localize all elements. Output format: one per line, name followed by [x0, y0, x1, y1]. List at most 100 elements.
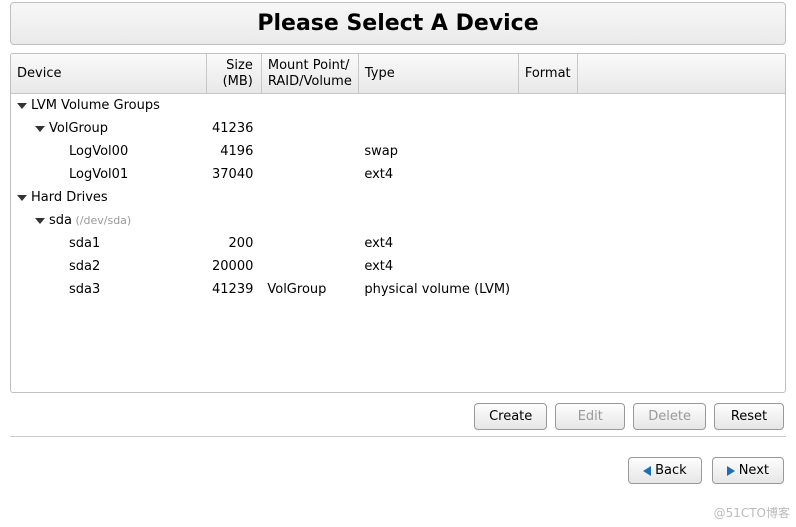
table-row[interactable]: Hard Drives [11, 186, 785, 209]
cell-format [518, 232, 577, 255]
cell-format [518, 278, 577, 301]
col-header-extra [577, 54, 785, 94]
divider [10, 436, 786, 437]
cell-mount [261, 140, 358, 163]
delete-button: Delete [633, 403, 706, 430]
cell-device: Hard Drives [11, 186, 206, 209]
cell-format [518, 255, 577, 278]
cell-size [206, 209, 261, 232]
cell-device: sda2 [11, 255, 206, 278]
cell-size: 200 [206, 232, 261, 255]
device-label: LVM Volume Groups [31, 98, 160, 113]
table-row[interactable]: sda (/dev/sda) [11, 209, 785, 232]
cell-mount [261, 209, 358, 232]
cell-format [518, 186, 577, 209]
cell-device: LVM Volume Groups [11, 94, 206, 118]
cell-type: ext4 [358, 163, 518, 186]
col-header-format[interactable]: Format [518, 54, 577, 94]
expander-icon[interactable] [35, 126, 45, 132]
table-row[interactable]: LogVol01 37040 ext4 [11, 163, 785, 186]
cell-mount [261, 232, 358, 255]
col-header-size[interactable]: Size (MB) [206, 54, 261, 94]
cell-type [358, 94, 518, 118]
cell-size: 37040 [206, 163, 261, 186]
table-row[interactable]: sda341239VolGroupphysical volume (LVM) [11, 278, 785, 301]
device-label: LogVol00 [69, 144, 128, 159]
expander-icon[interactable] [17, 195, 27, 201]
next-button[interactable]: Next [712, 457, 784, 484]
table-row[interactable]: LogVol00 4196 swap [11, 140, 785, 163]
device-label: sda [49, 213, 72, 228]
cell-type [358, 186, 518, 209]
cell-extra [577, 140, 785, 163]
cell-type: physical volume (LVM) [358, 278, 518, 301]
edit-button: Edit [555, 403, 625, 430]
cell-type: swap [358, 140, 518, 163]
back-button[interactable]: Back [628, 457, 702, 484]
device-table: Device Size (MB) Mount Point/ RAID/Volum… [11, 54, 785, 301]
table-header-row: Device Size (MB) Mount Point/ RAID/Volum… [11, 54, 785, 94]
col-header-type[interactable]: Type [358, 54, 518, 94]
device-label: LogVol01 [69, 167, 128, 182]
device-path: (/dev/sda) [72, 214, 131, 227]
cell-extra [577, 278, 785, 301]
create-button[interactable]: Create [474, 403, 547, 430]
arrow-left-icon [643, 466, 651, 476]
cell-device: sda (/dev/sda) [11, 209, 206, 232]
cell-mount [261, 186, 358, 209]
page-title: Please Select A Device [19, 11, 777, 36]
nav-button-row: Back Next [12, 445, 784, 484]
cell-type [358, 117, 518, 140]
cell-format [518, 163, 577, 186]
cell-device: LogVol01 [11, 163, 206, 186]
cell-size [206, 186, 261, 209]
cell-format [518, 94, 577, 118]
title-bar: Please Select A Device [10, 2, 786, 45]
watermark: @51CTO博客 [714, 504, 790, 521]
cell-size: 41236 [206, 117, 261, 140]
cell-mount [261, 94, 358, 118]
cell-device: VolGroup [11, 117, 206, 140]
cell-extra [577, 117, 785, 140]
device-label: sda1 [69, 236, 100, 251]
cell-mount: VolGroup [261, 278, 358, 301]
cell-extra [577, 255, 785, 278]
device-label: sda2 [69, 259, 100, 274]
device-label: VolGroup [49, 121, 108, 136]
table-row[interactable]: sda2 20000 ext4 [11, 255, 785, 278]
cell-format [518, 117, 577, 140]
action-button-row: Create Edit Delete Reset [12, 403, 784, 430]
table-row[interactable]: sda1 200 ext4 [11, 232, 785, 255]
cell-extra [577, 186, 785, 209]
cell-extra [577, 163, 785, 186]
cell-size: 4196 [206, 140, 261, 163]
cell-mount [261, 117, 358, 140]
back-button-label: Back [655, 463, 687, 478]
cell-device: LogVol00 [11, 140, 206, 163]
cell-device: sda3 [11, 278, 206, 301]
cell-device: sda1 [11, 232, 206, 255]
cell-format [518, 209, 577, 232]
next-button-label: Next [739, 463, 769, 478]
cell-size: 41239 [206, 278, 261, 301]
cell-size: 20000 [206, 255, 261, 278]
device-label: Hard Drives [31, 190, 108, 205]
reset-button[interactable]: Reset [714, 403, 784, 430]
device-table-container: Device Size (MB) Mount Point/ RAID/Volum… [10, 53, 786, 393]
cell-extra [577, 94, 785, 118]
arrow-right-icon [727, 466, 735, 476]
col-header-device[interactable]: Device [11, 54, 206, 94]
cell-extra [577, 209, 785, 232]
cell-type: ext4 [358, 232, 518, 255]
cell-format [518, 140, 577, 163]
cell-type [358, 209, 518, 232]
cell-type: ext4 [358, 255, 518, 278]
cell-size [206, 94, 261, 118]
expander-icon[interactable] [35, 218, 45, 224]
table-row[interactable]: VolGroup 41236 [11, 117, 785, 140]
table-row[interactable]: LVM Volume Groups [11, 94, 785, 118]
cell-mount [261, 255, 358, 278]
expander-icon[interactable] [17, 103, 27, 109]
col-header-mount[interactable]: Mount Point/ RAID/Volume [261, 54, 358, 94]
cell-extra [577, 232, 785, 255]
